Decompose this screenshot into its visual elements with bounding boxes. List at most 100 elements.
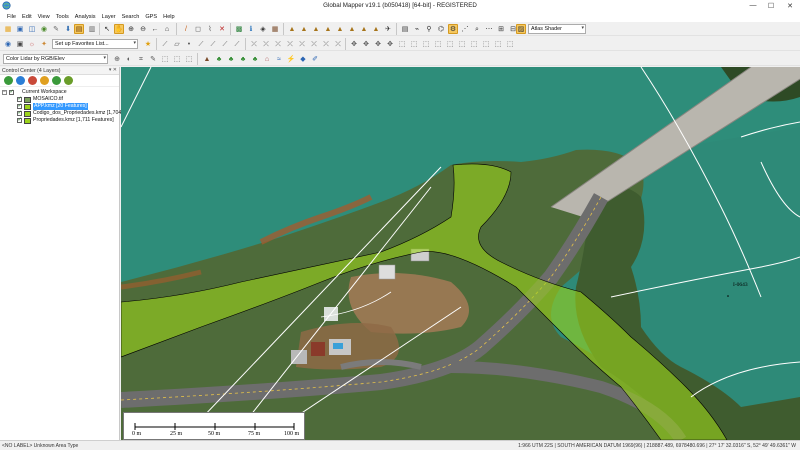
airplane-icon[interactable]: ✈ xyxy=(383,24,393,34)
back-icon[interactable]: ← xyxy=(150,24,160,34)
star-icon[interactable]: ★ xyxy=(143,39,153,49)
menu-search[interactable]: Search xyxy=(119,14,143,20)
layer-options-icon[interactable] xyxy=(16,76,25,85)
zoom-in-icon[interactable]: ⊕ xyxy=(126,24,136,34)
digitize-2-icon[interactable]: ⟋ xyxy=(208,39,218,49)
classify-tree-3-icon[interactable]: ♣ xyxy=(238,54,248,64)
layer-checkbox[interactable] xyxy=(17,117,22,124)
digitize-4-icon[interactable]: ⟋ xyxy=(232,39,242,49)
digitize-area-icon[interactable]: ▱ xyxy=(172,39,182,49)
edit-8-icon[interactable]: ⬚ xyxy=(481,39,491,49)
lidar-classes-icon[interactable]: ◐ xyxy=(124,54,134,64)
terrain-shader-1-icon[interactable]: ▲ xyxy=(287,24,297,34)
edit-10-icon[interactable]: ⬚ xyxy=(505,39,515,49)
digitize-point-icon[interactable]: • xyxy=(184,39,194,49)
print-icon[interactable]: ▥ xyxy=(87,24,97,34)
close-button[interactable]: ✕ xyxy=(780,0,800,11)
lidar-1-icon[interactable]: ⌁ xyxy=(412,24,422,34)
lidar-settings-icon[interactable]: ⌗ xyxy=(136,54,146,64)
edit-6-icon[interactable]: ⬚ xyxy=(457,39,467,49)
digitize-3-icon[interactable]: ⟋ xyxy=(220,39,230,49)
lidar-color-dropdown[interactable]: Color Lidar by RGB/Elev ▾ xyxy=(3,54,108,64)
options-icon[interactable]: ☼ xyxy=(27,39,37,49)
edit-7-icon[interactable]: ⬚ xyxy=(469,39,479,49)
lidar-5-icon[interactable]: ⋰ xyxy=(460,24,470,34)
new-workspace-icon[interactable]: ▦ xyxy=(3,24,13,34)
lidar-active-icon[interactable]: ⚙ xyxy=(448,24,458,34)
edit-9-icon[interactable]: ⬚ xyxy=(493,39,503,49)
open-data-icon[interactable]: ◫ xyxy=(27,24,37,34)
panel-close-icon[interactable]: ▾ ✕ xyxy=(109,67,117,73)
move-3-icon[interactable]: ✥ xyxy=(373,39,383,49)
lidar-select-icon[interactable]: ⬚ xyxy=(160,54,170,64)
vertex-5-icon[interactable]: ⤫ xyxy=(297,39,307,49)
map-view[interactable]: I-0643 0 m 25 m 50 m 75 m 100 m xyxy=(121,67,800,440)
layout-icon[interactable]: ▤ xyxy=(74,24,84,34)
layer-app[interactable]: APP.kmz [20 Features] xyxy=(17,103,88,110)
maximize-button[interactable]: ☐ xyxy=(762,0,780,11)
edit-1-icon[interactable]: ⬚ xyxy=(397,39,407,49)
menu-layer[interactable]: Layer xyxy=(99,14,119,20)
lidar-clean-icon[interactable]: ⬚ xyxy=(184,54,194,64)
full-view-icon[interactable]: ⌂ xyxy=(162,24,172,34)
vertex-1-icon[interactable]: ⤫ xyxy=(249,39,259,49)
layer-codigo[interactable]: Codigo_dos_Propriedades.kmz [1,704 Fe xyxy=(17,110,129,117)
edit-4-icon[interactable]: ⬚ xyxy=(433,39,443,49)
projection-icon[interactable]: ▣ xyxy=(15,39,25,49)
layer-checkbox[interactable] xyxy=(17,96,22,103)
terrain-shader-3-icon[interactable]: ▲ xyxy=(311,24,321,34)
classify-brush-icon[interactable]: ✐ xyxy=(310,54,320,64)
menu-help[interactable]: Help xyxy=(160,14,178,20)
delete-icon[interactable]: ✕ xyxy=(217,24,227,34)
layer-checkbox[interactable] xyxy=(17,103,22,110)
lidar-8-icon[interactable]: ⊞ xyxy=(496,24,506,34)
menu-file[interactable]: File xyxy=(4,14,19,20)
menu-tools[interactable]: Tools xyxy=(53,14,72,20)
terrain-shader-2-icon[interactable]: ▲ xyxy=(299,24,309,34)
move-2-icon[interactable]: ✥ xyxy=(361,39,371,49)
legend-icon[interactable]: ▦ xyxy=(270,24,280,34)
grid-icon[interactable]: ▤ xyxy=(400,24,410,34)
feature-info-icon[interactable]: ◻ xyxy=(193,24,203,34)
menu-analysis[interactable]: Analysis xyxy=(72,14,99,20)
shader-active-icon[interactable]: ▨ xyxy=(516,24,526,34)
pan-icon[interactable]: ✋ xyxy=(114,24,124,34)
terrain-shader-5-icon[interactable]: ▲ xyxy=(335,24,345,34)
digitize-line-icon[interactable]: ⟋ xyxy=(160,39,170,49)
open-globe-icon[interactable]: ◉ xyxy=(39,24,49,34)
config-globe-icon[interactable]: ◉ xyxy=(3,39,13,49)
vertex-4-icon[interactable]: ⤫ xyxy=(285,39,295,49)
shader-dropdown[interactable]: Atlas Shader ▾ xyxy=(528,24,586,34)
minimize-button[interactable]: — xyxy=(744,0,762,11)
zoom-out-icon[interactable]: ⊖ xyxy=(138,24,148,34)
menu-edit[interactable]: Edit xyxy=(19,14,35,20)
vertex-7-icon[interactable]: ⤫ xyxy=(321,39,331,49)
layer-propriedades[interactable]: Propriedades.kmz [1,711 Features] xyxy=(17,117,114,124)
lidar-6-icon[interactable]: ⌕ xyxy=(472,24,482,34)
lidar-pencil-icon[interactable]: ✎ xyxy=(148,54,158,64)
classify-tree-1-icon[interactable]: ♣ xyxy=(214,54,224,64)
terrain-shader-6-icon[interactable]: ▲ xyxy=(347,24,357,34)
3d-view-icon[interactable]: ◈ xyxy=(258,24,268,34)
favorites-dropdown[interactable]: Set up Favorites List... ▾ xyxy=(52,39,138,49)
classify-water-icon[interactable]: ≈ xyxy=(274,54,284,64)
classify-tree-2-icon[interactable]: ♣ xyxy=(226,54,236,64)
vertex-3-icon[interactable]: ⤫ xyxy=(273,39,283,49)
lidar-filter-icon[interactable]: ⊕ xyxy=(112,54,122,64)
terrain-shader-4-icon[interactable]: ▲ xyxy=(323,24,333,34)
edit-5-icon[interactable]: ⬚ xyxy=(445,39,455,49)
remove-layer-icon[interactable] xyxy=(28,76,37,85)
classify-ground-icon[interactable]: ▲ xyxy=(202,54,212,64)
move-4-icon[interactable]: ✥ xyxy=(385,39,395,49)
terrain-shader-7-icon[interactable]: ▲ xyxy=(359,24,369,34)
settings-icon[interactable]: ✎ xyxy=(51,24,61,34)
open-layer-icon[interactable] xyxy=(4,76,13,85)
layer-down-icon[interactable] xyxy=(52,76,61,85)
measure-icon[interactable]: / xyxy=(181,24,191,34)
layer-checkbox[interactable] xyxy=(17,110,22,117)
terrain-shader-8-icon[interactable]: ▲ xyxy=(371,24,381,34)
digitize-1-icon[interactable]: ⟋ xyxy=(196,39,206,49)
vertex-8-icon[interactable]: ⤫ xyxy=(333,39,343,49)
lidar-7-icon[interactable]: ⋯ xyxy=(484,24,494,34)
save-icon[interactable]: ▣ xyxy=(15,24,25,34)
